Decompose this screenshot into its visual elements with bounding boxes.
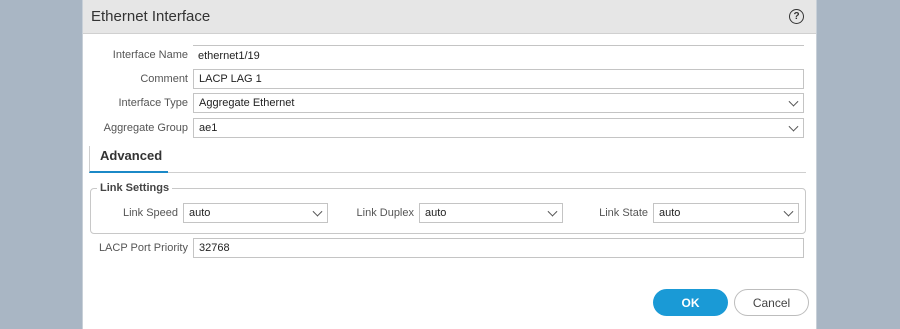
link-state-value: auto xyxy=(659,207,681,219)
link-duplex-row: Link Duplex auto xyxy=(331,203,563,223)
comment-input[interactable]: LACP LAG 1 xyxy=(193,69,804,89)
interface-type-row: Interface Type Aggregate Ethernet xyxy=(83,93,804,113)
chevron-down-icon xyxy=(788,96,799,107)
link-duplex-value: auto xyxy=(425,207,447,219)
cancel-button[interactable]: Cancel xyxy=(734,289,809,316)
interface-name-row: Interface Name ethernet1/19 xyxy=(83,45,804,65)
chevron-down-icon xyxy=(312,206,323,217)
chevron-down-icon xyxy=(547,206,558,217)
link-speed-select[interactable]: auto xyxy=(183,203,328,223)
link-duplex-label: Link Duplex xyxy=(356,207,414,219)
link-state-select[interactable]: auto xyxy=(653,203,799,223)
link-duplex-select[interactable]: auto xyxy=(419,203,563,223)
interface-type-select[interactable]: Aggregate Ethernet xyxy=(193,93,804,113)
lacp-priority-row: LACP Port Priority 32768 xyxy=(83,238,804,258)
lacp-priority-label: LACP Port Priority xyxy=(98,242,188,254)
interface-type-label: Interface Type xyxy=(118,97,188,109)
tab-bar: Advanced xyxy=(89,146,806,173)
tab-advanced[interactable]: Advanced xyxy=(89,146,168,173)
chevron-down-icon xyxy=(788,121,799,132)
comment-label: Comment xyxy=(140,73,188,85)
help-icon[interactable]: ? xyxy=(789,9,804,24)
comment-value: LACP LAG 1 xyxy=(199,73,262,85)
aggregate-group-select[interactable]: ae1 xyxy=(193,118,804,138)
chevron-down-icon xyxy=(783,206,794,217)
interface-name-value: ethernet1/19 xyxy=(198,49,260,62)
comment-row: Comment LACP LAG 1 xyxy=(83,69,804,89)
link-speed-row: Link Speed auto xyxy=(91,203,328,223)
aggregate-group-label: Aggregate Group xyxy=(103,122,188,134)
link-state-row: Link State auto xyxy=(581,203,799,223)
aggregate-group-row: Aggregate Group ae1 xyxy=(83,118,804,138)
link-speed-value: auto xyxy=(189,207,211,219)
link-state-label: Link State xyxy=(599,207,648,219)
lacp-priority-value: 32768 xyxy=(199,242,230,254)
link-settings-group: Link Settings Link Speed auto Link Duple… xyxy=(90,182,806,234)
interface-name-field: ethernet1/19 xyxy=(193,45,804,65)
ok-button[interactable]: OK xyxy=(653,289,728,316)
dialog-title: Ethernet Interface xyxy=(91,8,211,25)
ethernet-interface-dialog: Ethernet Interface ? Interface Name ethe… xyxy=(82,0,817,329)
lacp-priority-input[interactable]: 32768 xyxy=(193,238,804,258)
dialog-titlebar: Ethernet Interface ? xyxy=(83,0,816,34)
interface-type-value: Aggregate Ethernet xyxy=(199,97,295,109)
aggregate-group-value: ae1 xyxy=(199,122,218,134)
link-speed-label: Link Speed xyxy=(122,207,178,219)
link-settings-legend: Link Settings xyxy=(97,182,173,194)
interface-name-label: Interface Name xyxy=(112,49,188,61)
